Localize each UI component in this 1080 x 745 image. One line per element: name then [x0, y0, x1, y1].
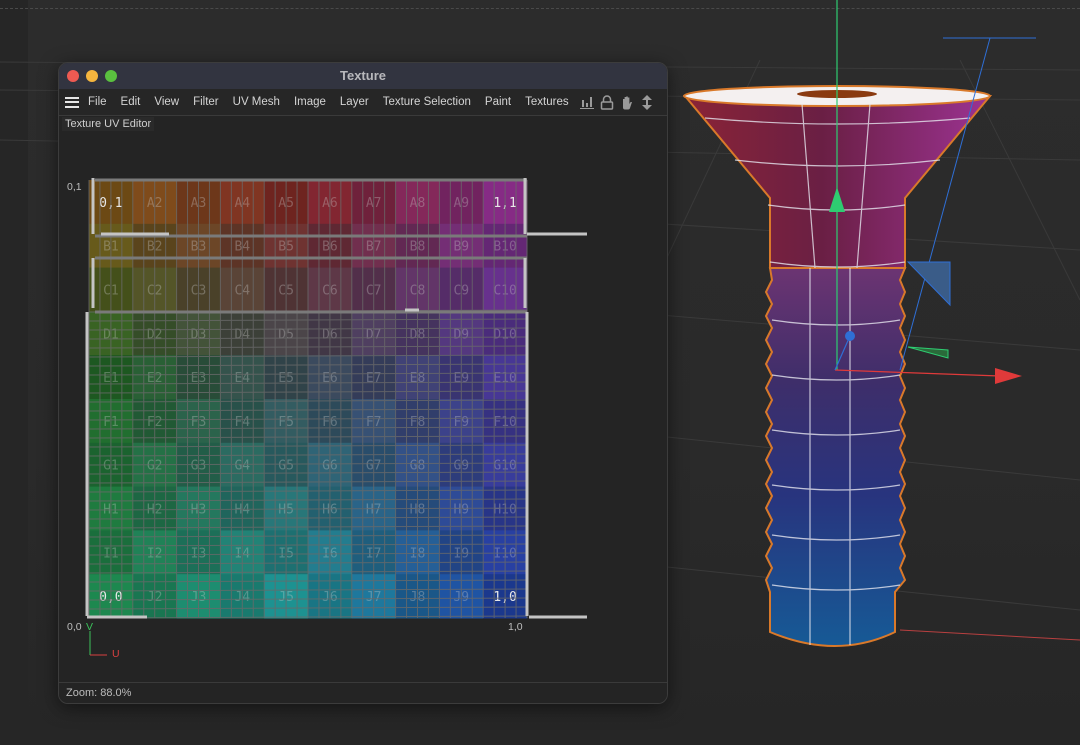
- menu-uv-mesh[interactable]: UV Mesh: [233, 96, 280, 108]
- texture-window[interactable]: Texture File Edit View Filter UV Mesh Im…: [58, 62, 668, 704]
- menu-paint[interactable]: Paint: [485, 96, 511, 108]
- menu-texture-selection[interactable]: Texture Selection: [383, 96, 471, 108]
- window-titlebar[interactable]: Texture: [59, 63, 667, 89]
- histogram-icon[interactable]: [579, 94, 596, 110]
- menu-image[interactable]: Image: [294, 96, 326, 108]
- zoom-level: Zoom: 88.0%: [66, 687, 132, 699]
- uv-texture-grid[interactable]: 0,1 A2 A3 A4 A5 A6 A7 A8 A9 1,1B1 B2 B3 B4 B5 B6 B7 B8 B9…: [85, 178, 587, 621]
- menu-textures[interactable]: Textures: [525, 96, 568, 108]
- v-axis-label: V: [86, 621, 94, 633]
- status-bar: Zoom: 88.0%: [59, 682, 667, 703]
- menu-file[interactable]: File: [88, 96, 107, 108]
- u-axis-label: U: [112, 648, 120, 660]
- x-axis-arrow: [995, 368, 1022, 384]
- menu-bar: File Edit View Filter UV Mesh Image Laye…: [59, 89, 667, 116]
- menu-edit[interactable]: Edit: [121, 96, 141, 108]
- hamburger-menu-icon[interactable]: [65, 96, 79, 108]
- uv-label-top-left: 0,1: [67, 181, 82, 193]
- uv-mesh-lines: [88, 180, 528, 619]
- window-title: Texture: [340, 68, 386, 83]
- hand-icon[interactable]: [619, 94, 636, 110]
- tab-texture-uv-editor[interactable]: Texture UV Editor: [62, 117, 155, 131]
- uv-label-bottom-right: 1,0: [508, 621, 523, 633]
- move-vertical-icon[interactable]: [639, 94, 656, 110]
- lock-icon[interactable]: [599, 94, 616, 110]
- uv-canvas[interactable]: 0,1 A2 A3 A4 A5 A6 A7 A8 A9 1,1 B1 B2 B3 B4 B5 B6 B7 B8 B9…: [85, 178, 587, 621]
- z-axis-handle: [845, 331, 855, 341]
- menu-layer[interactable]: Layer: [340, 96, 369, 108]
- menu-view[interactable]: View: [154, 96, 179, 108]
- menu-filter[interactable]: Filter: [193, 96, 219, 108]
- uv-label-bottom-left: 0,0: [67, 621, 82, 633]
